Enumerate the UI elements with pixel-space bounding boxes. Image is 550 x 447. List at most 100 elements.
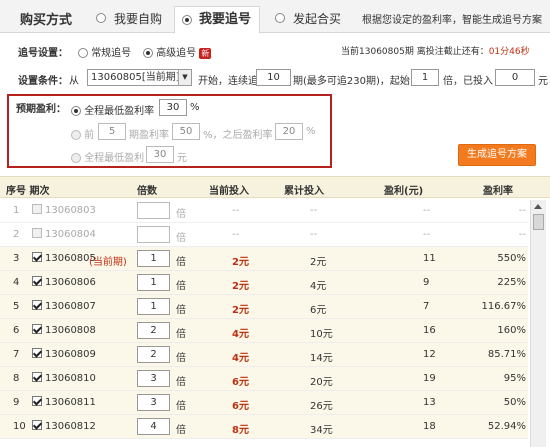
total-investment: 2元	[310, 257, 327, 268]
profit-rate: 52.94%	[487, 421, 526, 432]
min-profit-rate-input[interactable]: 30	[159, 99, 187, 116]
advanced-chase-option[interactable]: 高级追号 新	[143, 44, 212, 59]
table-scrollbar[interactable]	[530, 200, 546, 447]
tab-self-buy[interactable]: 我要自购	[96, 8, 162, 34]
issue-number: 13060812	[45, 421, 96, 432]
staged-profit-rate-option[interactable]: 前	[71, 126, 94, 141]
tab-group-buy[interactable]: 发起合买	[275, 8, 341, 34]
start-multiple-input[interactable]: 1	[411, 69, 439, 86]
chase-settings-label: 追号设置：	[18, 48, 68, 59]
row-number: 5	[13, 301, 20, 312]
radio-selected-icon[interactable]	[182, 15, 192, 25]
row-checkbox[interactable]	[32, 228, 42, 239]
total-investment: 10元	[310, 329, 333, 340]
radio-selected-icon[interactable]	[143, 48, 153, 58]
table-row: 2 13060804 倍 -- -- -- --	[0, 223, 528, 247]
scroll-up-icon[interactable]	[534, 204, 542, 209]
profit-amount: --	[423, 229, 431, 240]
table-row: 3 13060805 (当前期) 1 倍 2元 2元 11 550%	[0, 247, 528, 271]
multiple-input[interactable]: 2	[137, 322, 170, 339]
current-investment: 6元	[232, 377, 249, 388]
multiple-input[interactable]: 2	[137, 346, 170, 363]
multiple-input[interactable]: 1	[137, 298, 170, 315]
profit-amount: 19	[423, 373, 436, 384]
row-checkbox[interactable]	[32, 276, 42, 287]
row-checkbox[interactable]	[32, 396, 42, 407]
checkbox-icon[interactable]	[32, 372, 42, 382]
total-investment: 4元	[310, 281, 327, 292]
multiple-unit: 倍	[176, 305, 186, 316]
staged-rate-after-input[interactable]: 20	[275, 123, 303, 140]
checkbox-icon[interactable]	[32, 276, 42, 286]
min-profit-rate-option[interactable]: 全程最低盈利率	[71, 102, 154, 117]
profit-rate: 95%	[503, 373, 526, 384]
radio-icon[interactable]	[275, 13, 285, 23]
checkbox-icon[interactable]	[32, 420, 42, 430]
profit-amount: 12	[423, 349, 436, 360]
total-investment: 14元	[310, 353, 333, 364]
table-row: 6 13060808 2 倍 4元 10元 16 160%	[0, 319, 528, 343]
row-checkbox[interactable]	[32, 372, 42, 383]
conditions-label: 设置条件：	[18, 76, 68, 87]
profit-amount: 11	[423, 253, 436, 264]
row-number: 8	[13, 373, 20, 384]
radio-icon[interactable]	[78, 48, 88, 58]
multiple-input[interactable]: 4	[137, 418, 170, 435]
current-investment: 4元	[232, 329, 249, 340]
checkbox-icon[interactable]	[32, 300, 42, 310]
total-investment: 6元	[310, 305, 327, 316]
multiple-unit: 倍	[176, 353, 186, 364]
generate-plan-button[interactable]: 生成追号方案	[458, 144, 536, 166]
radio-icon[interactable]	[71, 153, 81, 163]
row-number: 2	[13, 229, 20, 240]
chevron-down-icon[interactable]: ▼	[178, 70, 191, 85]
chase-count-input[interactable]: 10	[256, 69, 291, 86]
row-checkbox[interactable]	[32, 324, 42, 335]
profit-amount: 13	[423, 397, 436, 408]
table-row: 10 13060812 4 倍 8元 34元 18 52.94%	[0, 415, 528, 439]
profit-amount: 18	[423, 421, 436, 432]
checkbox-icon[interactable]	[32, 252, 42, 262]
staged-issues-input[interactable]: 5	[98, 123, 126, 140]
multiple-input[interactable]	[137, 226, 170, 243]
row-checkbox[interactable]	[32, 252, 42, 263]
current-investment: 4元	[232, 353, 249, 364]
multiple-input[interactable]	[137, 202, 170, 219]
checkbox-icon[interactable]	[32, 204, 42, 214]
deadline-countdown: 01分46秒	[488, 47, 530, 57]
row-checkbox[interactable]	[32, 204, 42, 215]
issue-number: 13060807	[45, 301, 96, 312]
profit-rate: 225%	[497, 277, 526, 288]
radio-selected-icon[interactable]	[71, 106, 81, 116]
min-profit-amount-option[interactable]: 全程最低盈利	[71, 149, 144, 164]
multiple-input[interactable]: 1	[137, 274, 170, 291]
row-checkbox[interactable]	[32, 300, 42, 311]
row-number: 3	[13, 253, 20, 264]
checkbox-icon[interactable]	[32, 228, 42, 238]
radio-icon[interactable]	[71, 130, 81, 140]
total-investment: 26元	[310, 401, 333, 412]
radio-icon[interactable]	[96, 13, 106, 23]
scroll-thumb[interactable]	[533, 214, 544, 230]
total-investment: 34元	[310, 425, 333, 436]
multiple-unit: 倍	[176, 425, 186, 436]
invested-input[interactable]: 0	[495, 69, 535, 86]
table-header: 序号 期次 倍数 当前投入 累计投入 盈利(元) 盈利率	[0, 176, 550, 198]
checkbox-icon[interactable]	[32, 324, 42, 334]
min-profit-amount-input[interactable]: 30	[146, 146, 174, 163]
new-badge: 新	[199, 47, 212, 59]
row-checkbox[interactable]	[32, 420, 42, 431]
multiple-input[interactable]: 3	[137, 370, 170, 387]
multiple-input[interactable]: 1	[137, 250, 170, 267]
normal-chase-option[interactable]: 常规追号	[78, 44, 131, 59]
table-row: 8 13060810 3 倍 6元 20元 19 95%	[0, 367, 528, 391]
row-checkbox[interactable]	[32, 348, 42, 359]
tab-chase-number[interactable]: 我要追号	[174, 6, 261, 34]
multiple-input[interactable]: 3	[137, 394, 170, 411]
staged-rate-first-input[interactable]: 50	[172, 123, 200, 140]
checkbox-icon[interactable]	[32, 396, 42, 406]
expected-profit-label: 预期盈利：	[16, 104, 66, 115]
start-issue-select[interactable]: 13060805[当前期] ▼	[87, 69, 192, 86]
checkbox-icon[interactable]	[32, 348, 42, 358]
total-investment: 20元	[310, 377, 333, 388]
